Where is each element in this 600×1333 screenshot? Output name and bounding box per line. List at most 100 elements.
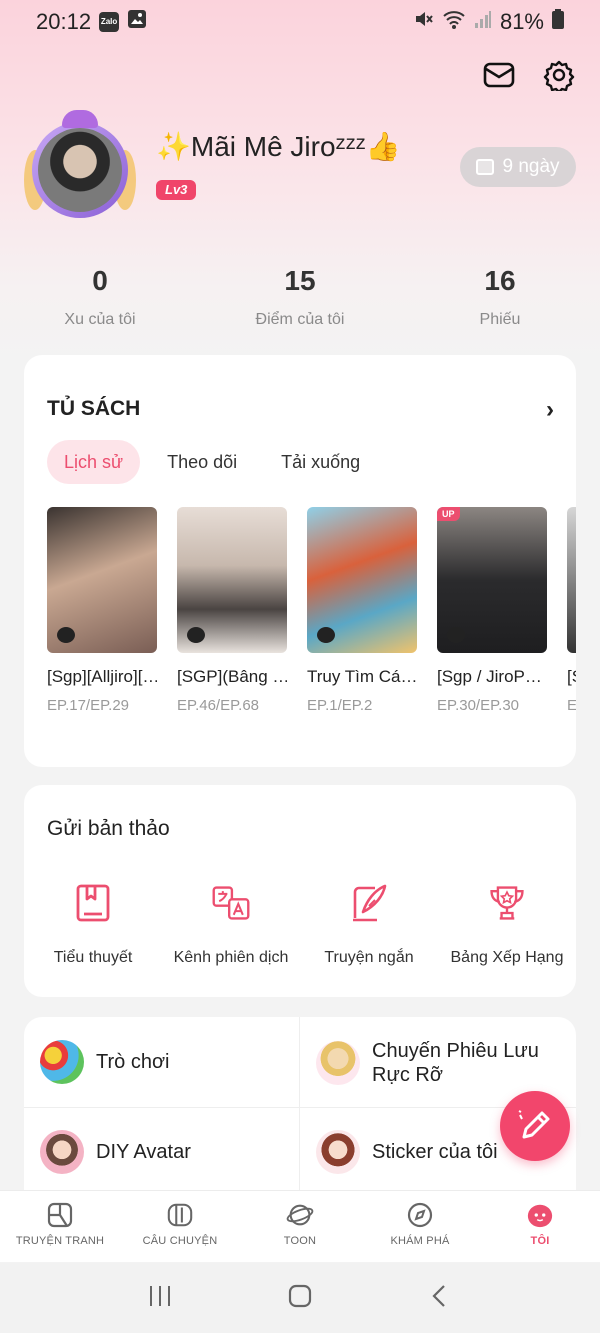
calendar-icon <box>476 159 495 175</box>
chat-icon <box>317 627 335 643</box>
stats-row: 0 Xu của tôi 15 Điểm của tôi 16 Phiếu <box>0 265 600 329</box>
avatar[interactable] <box>24 110 136 222</box>
book-item[interactable]: Truy Tìm Cá… EP.1/EP.2 <box>307 507 417 714</box>
feature-grid: Trò chơi Chuyến Phiêu Lưu Rực Rỡ DIY Ava… <box>24 1017 576 1197</box>
tab-following[interactable]: Theo dõi <box>150 440 254 484</box>
chevron-right-icon[interactable]: › <box>546 396 554 424</box>
submit-item-label: Tiểu thuyết <box>53 949 133 966</box>
diy-avatar-label: DIY Avatar <box>96 1141 191 1163</box>
level-badge: Lv3 <box>156 180 197 200</box>
create-button[interactable] <box>500 1091 570 1161</box>
tab-downloads[interactable]: Tải xuống <box>264 440 377 484</box>
submit-translation[interactable]: Kênh phiên dịch <box>162 883 300 967</box>
book-item[interactable]: [SGP](Bâng … EP.46/EP.68 <box>177 507 287 714</box>
home-button[interactable] <box>287 1283 313 1314</box>
book-item[interactable]: [S E <box>567 507 576 714</box>
comics-icon <box>46 1201 74 1229</box>
games-item[interactable]: Trò chơi <box>40 1040 170 1084</box>
book-cover <box>567 507 576 653</box>
signal-icon <box>474 9 492 35</box>
submit-item-label: Kênh phiên dịch <box>173 949 289 966</box>
wifi-icon <box>442 8 466 36</box>
settings-button[interactable] <box>542 58 576 92</box>
nav-label: TOON <box>283 1235 317 1247</box>
stories-icon <box>166 1201 194 1229</box>
book-episode: EP.17/EP.29 <box>47 697 130 714</box>
nav-stories[interactable]: CÂU CHUYỆN <box>120 1191 240 1262</box>
stat-coins[interactable]: 0 Xu của tôi <box>0 265 200 329</box>
avatar-photo <box>38 128 122 212</box>
submit-short-story[interactable]: Truyện ngắn <box>300 883 438 967</box>
stat-label: Xu của tôi <box>64 311 136 328</box>
book-cover <box>177 507 287 653</box>
stickers-item[interactable]: Sticker của tôi <box>316 1130 498 1174</box>
nav-comics[interactable]: TRUYỆN TRANH <box>0 1191 120 1262</box>
pencil-icon <box>518 1110 550 1139</box>
submit-ranking[interactable]: Bảng Xếp Hạng <box>438 883 576 967</box>
compass-icon <box>406 1201 434 1229</box>
book-episode: EP.46/EP.68 <box>177 697 260 714</box>
book-episode: EP.30/EP.30 <box>437 697 520 714</box>
book-title: [S <box>567 667 576 686</box>
status-bar: 20:12 Zalo 81% <box>0 0 600 44</box>
nav-me[interactable]: TÔI <box>480 1191 600 1262</box>
book-item[interactable]: UP [Sgp / JiroP… EP.30/EP.30 <box>437 507 547 714</box>
stat-label: Điểm của tôi <box>255 311 345 328</box>
book-title: Truy Tìm Cá… <box>307 667 417 686</box>
stat-value: 0 <box>92 265 108 296</box>
mute-icon <box>412 8 434 36</box>
book-title: [Sgp][Alljiro][… <box>47 667 157 686</box>
checkin-days-button[interactable]: 9 ngày <box>460 147 576 187</box>
bookshelf-title: TỦ SÁCH <box>47 397 141 420</box>
nav-toon[interactable]: TOON <box>240 1191 360 1262</box>
submit-item-label: Truyện ngắn <box>324 949 414 966</box>
games-label: Trò chơi <box>96 1051 170 1073</box>
book-episode: EP.1/EP.2 <box>307 697 373 714</box>
bookshelf-tabs: Lịch sử Theo dõi Tải xuống <box>47 440 377 484</box>
submit-card: Gửi bản thảo Tiểu thuyết Kênh phiên dịch… <box>24 785 576 997</box>
book-cover <box>307 507 417 653</box>
avatar-crown-icon <box>62 110 98 128</box>
book-cover <box>47 507 157 653</box>
grid-divider <box>24 1107 576 1108</box>
nav-label: CÂU CHUYỆN <box>142 1235 218 1247</box>
submit-item-label: Bảng Xếp Hạng <box>450 949 564 966</box>
back-button[interactable] <box>427 1283 453 1314</box>
adventure-item[interactable]: Chuyến Phiêu Lưu Rực Rỡ <box>316 1039 539 1087</box>
home-icon <box>288 1284 312 1307</box>
bottom-nav: TRUYỆN TRANH CÂU CHUYỆN TOON KHÁM PHÁ TÔ… <box>0 1190 600 1262</box>
stickers-label: Sticker của tôi <box>372 1141 498 1163</box>
translate-icon <box>211 883 251 923</box>
book-item[interactable]: [Sgp][Alljiro][… EP.17/EP.29 <box>47 507 157 714</box>
book-list: [Sgp][Alljiro][… EP.17/EP.29 [SGP](Bâng … <box>47 507 576 717</box>
diy-avatar-item[interactable]: DIY Avatar <box>40 1130 191 1174</box>
diy-avatar-icon <box>40 1130 84 1174</box>
book-episode: E <box>567 697 576 714</box>
book-title: [Sgp / JiroP… <box>437 667 542 686</box>
stat-points[interactable]: 15 Điểm của tôi <box>200 265 400 329</box>
recent-apps-button[interactable] <box>147 1283 173 1314</box>
gear-icon <box>543 60 575 91</box>
stat-label: Phiếu <box>479 311 521 328</box>
battery-text: 81% <box>499 9 544 34</box>
chat-icon <box>187 627 205 643</box>
adventure-icon <box>316 1041 360 1085</box>
update-badge: UP <box>437 507 460 521</box>
stat-value: 15 <box>284 265 316 296</box>
book-cover: UP <box>437 507 547 653</box>
nav-label: TÔI <box>530 1235 550 1247</box>
gallery-icon <box>127 9 147 35</box>
games-icon <box>40 1040 84 1084</box>
nav-explore[interactable]: KHÁM PHÁ <box>360 1191 480 1262</box>
chat-icon <box>57 627 75 643</box>
avatar-frame <box>32 122 128 218</box>
mail-icon <box>483 62 515 88</box>
mail-button[interactable] <box>482 58 516 92</box>
chat-icon <box>447 627 465 643</box>
submit-novel[interactable]: Tiểu thuyết <box>24 883 162 967</box>
tab-history[interactable]: Lịch sử <box>47 440 141 484</box>
stat-tickets[interactable]: 16 Phiếu <box>400 265 600 329</box>
submit-title: Gửi bản thảo <box>47 817 170 840</box>
trophy-icon <box>487 883 527 923</box>
stat-value: 16 <box>484 265 516 296</box>
